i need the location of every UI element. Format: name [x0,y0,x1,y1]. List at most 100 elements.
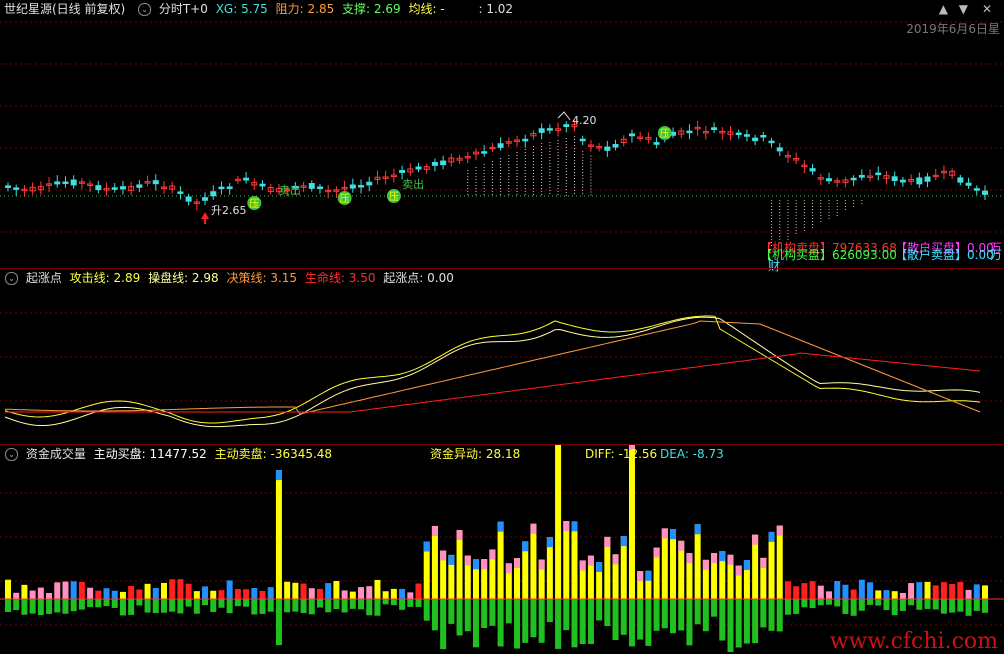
candle-body [850,177,857,181]
sell-volume-bar [29,599,36,614]
sell-volume-bar [366,599,373,616]
buy-volume-cap [497,521,504,532]
buy-volume-cap [275,470,282,481]
buy-volume-bar [119,591,126,599]
sell-volume-bar [678,599,685,631]
settings-caret-icon[interactable]: ⌄ [5,272,18,285]
buy-volume-bar [275,470,282,599]
sell-volume-bar [940,599,947,614]
sell-volume-bar [160,599,167,613]
sell-volume-bar [883,599,890,610]
candle-body [711,127,718,131]
volume-pane[interactable]: ⌄ 资金成交量 主动买盘: 11477.52 主动卖盘: -36345.48 资… [0,445,1004,654]
buy-volume-bar [234,588,241,599]
buy-volume-cap [678,540,685,551]
indicator-name: 资金成交量 [25,447,86,461]
buy-volume-bar [694,524,701,599]
dea-value: DEA: -8.73 [660,447,724,461]
candle-body [916,177,923,185]
candle-body [538,128,545,133]
buy-volume-bar [973,584,980,599]
buy-volume-bar [308,588,315,599]
sell-volume-bar [349,599,356,609]
stock-name: 世纪星源(日线 前复权) [4,2,126,16]
sell-volume-bar [341,599,348,613]
sell-volume-bar [908,599,915,606]
buy-volume-cap [423,541,430,552]
buy-volume-bar [497,521,504,599]
candle-body [891,176,898,182]
sell-volume-bar [5,599,11,612]
candle-body [826,178,833,182]
sell-volume-bar [472,599,479,648]
sell-volume-bar [867,599,874,605]
sell-volume-bar [87,599,94,608]
settings-caret-icon[interactable]: ⌄ [5,448,18,461]
sell-volume-bar [571,599,578,648]
candle-body [760,134,767,138]
buy-volume-bar [111,590,118,599]
buy-volume-bar [128,585,135,599]
sell-volume-bar [932,599,939,610]
buy-volume-bar [333,581,340,599]
buy-volume-cap [711,553,718,564]
settings-caret-icon[interactable]: ⌄ [138,3,152,16]
sell-volume-bar [226,599,233,614]
buy-volume-bar [382,591,389,599]
main-chart-pane[interactable]: 世纪星源(日线 前复权) ⌄ 分时T+0 XG: 5.75 阻力: 2.85 支… [0,0,1004,273]
buy-volume-bar [834,581,841,599]
buy-volume-bar [284,581,291,599]
buy-volume-bar [776,525,783,599]
candle-body [965,182,972,186]
buy-volume-bar [54,582,61,599]
buy-volume-cap [637,571,644,582]
sell-volume-bar [21,599,28,615]
sell-volume-bar [440,599,447,650]
sell-volume-bar [259,599,266,614]
buy-volume-bar [949,584,956,599]
qizhangdian-pane[interactable]: ⌄ 起涨点 攻击线: 2.89 操盘线: 2.98 决策线: 3.15 生命线:… [0,269,1004,444]
buy-volume-bar [70,581,77,599]
ma-lines-chart[interactable] [0,269,1004,444]
volume-chart[interactable] [0,445,1004,652]
buy-volume-bar [858,579,865,599]
ratio-value: : 1.02 [478,2,514,16]
sell-volume-bar [382,599,389,605]
buy-volume-bar [37,587,44,599]
buy-volume-bar [218,590,225,599]
sell-volume-bar [784,599,791,615]
buy-volume-cap [645,570,652,581]
buy-volume-cap [760,557,767,568]
buy-volume-cap [735,565,742,576]
candle-body [735,132,742,136]
active-buy-value: 主动买盘: 11477.52 [93,447,207,461]
sell-volume-bar [136,599,143,606]
candle-body [316,186,323,190]
sell-volume-bar [776,599,783,632]
buy-volume-cap [505,563,512,574]
signal-label: 压 [660,128,670,140]
candlestick-chart[interactable]: 4.20升2.65 压压压压卖出 卖出 [0,0,1004,268]
buy-volume-cap [472,559,479,570]
sell-volume-bar [95,599,102,608]
sell-volume-bar [119,599,126,616]
sell-volume-bar [37,599,44,616]
decision-line [4,320,981,415]
sell-volume-bar [234,599,241,607]
sell-volume-bar [481,599,488,628]
buy-volume-bar [169,579,176,599]
buy-volume-bar [87,587,94,599]
inst-buy-label: 【机构买盘】626093.00 [760,248,897,262]
candle-body [5,185,11,188]
sell-volume-bar [62,599,69,614]
buy-volume-bar [908,583,915,599]
candle-body [70,179,77,186]
sell-volume-bar [423,599,430,621]
sell-volume-bar [686,599,693,646]
candle-body [776,147,783,152]
buy-volume-bar [957,581,964,599]
candle-body [210,191,217,197]
resistance-value: 阻力: 2.85 [275,2,335,16]
sell-volume-bar [522,599,529,643]
sell-volume-bar [464,599,471,632]
